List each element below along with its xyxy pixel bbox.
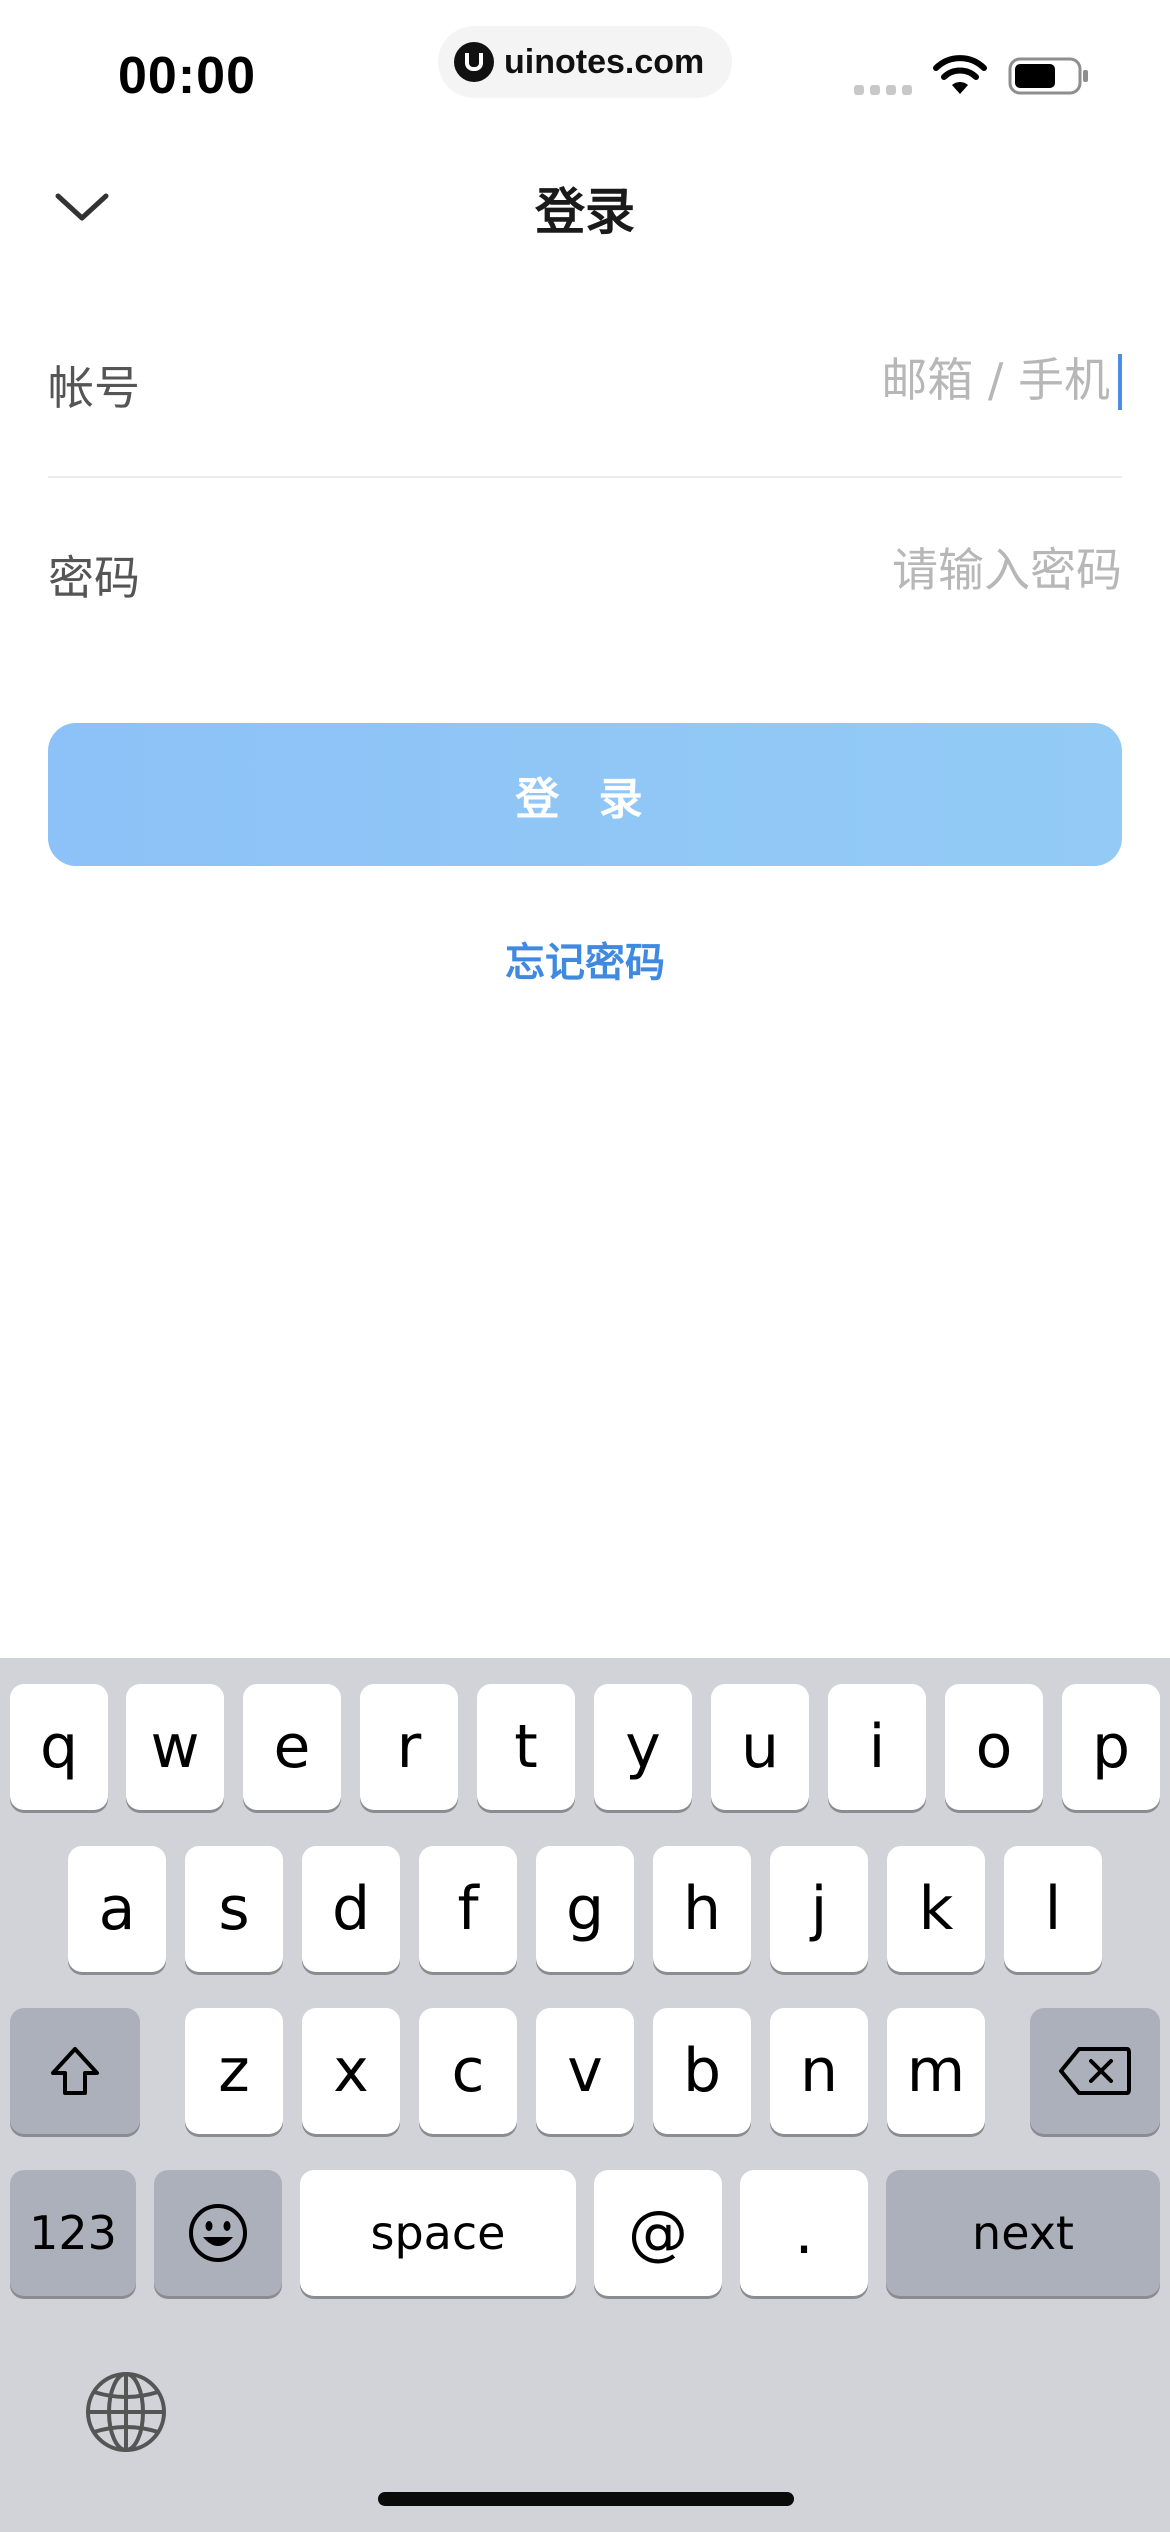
key-l[interactable]: l [1004,1846,1102,1972]
key-n[interactable]: n [770,2008,868,2134]
shift-icon [51,2047,99,2095]
text-caret [1118,354,1122,410]
emoji-icon [189,2204,247,2262]
password-input[interactable] [422,530,1122,610]
key-i[interactable]: i [828,1684,926,1810]
key-y[interactable]: y [594,1684,692,1810]
key-f[interactable]: f [419,1846,517,1972]
key-q[interactable]: q [10,1684,108,1810]
shift-key[interactable] [10,2008,140,2134]
key-v[interactable]: v [536,2008,634,2134]
status-bar: 00:00 uinotes.com [0,0,1170,130]
key-h[interactable]: h [653,1846,751,1972]
cellular-signal-icon [854,85,912,95]
password-field: 密码 [48,520,1122,620]
key-r[interactable]: r [360,1684,458,1810]
next-key[interactable]: next [886,2170,1160,2296]
site-badge: uinotes.com [438,26,732,98]
numbers-key[interactable]: 123 [10,2170,136,2296]
emoji-key[interactable] [154,2170,282,2296]
key-g[interactable]: g [536,1846,634,1972]
key-x[interactable]: x [302,2008,400,2134]
home-indicator [378,2492,794,2506]
key-t[interactable]: t [477,1684,575,1810]
key-b[interactable]: b [653,2008,751,2134]
account-field: 帐号 [48,330,1122,430]
key-k[interactable]: k [887,1846,985,1972]
page-title: 登录 [535,183,635,241]
forgot-password-link[interactable]: 忘记密码 [0,930,1170,988]
account-input[interactable] [422,340,1122,420]
dot-key[interactable]: . [740,2170,868,2296]
space-key[interactable]: space [300,2170,576,2296]
key-c[interactable]: c [419,2008,517,2134]
wifi-icon [933,55,987,94]
key-w[interactable]: w [126,1684,224,1810]
account-label: 帐号 [48,361,140,415]
key-p[interactable]: p [1062,1684,1160,1810]
status-time: 00:00 [118,47,256,105]
key-d[interactable]: d [302,1846,400,1972]
battery-icon [1008,57,1088,95]
login-button[interactable]: 登 录 [48,723,1122,866]
keyboard: q w e r t y u i o p a s d f g h j k l z … [0,1658,1170,2532]
key-u[interactable]: u [711,1684,809,1810]
key-a[interactable]: a [68,1846,166,1972]
backspace-key[interactable] [1030,2008,1160,2134]
key-o[interactable]: o [945,1684,1043,1810]
globe-icon[interactable] [84,2370,168,2454]
site-label: uinotes.com [504,42,705,81]
backspace-icon [1059,2047,1131,2095]
key-j[interactable]: j [770,1846,868,1972]
password-label: 密码 [48,551,140,605]
key-m[interactable]: m [887,2008,985,2134]
field-divider [48,476,1122,478]
at-key[interactable]: @ [594,2170,722,2296]
key-s[interactable]: s [185,1846,283,1972]
key-e[interactable]: e [243,1684,341,1810]
site-logo-icon [454,42,494,82]
key-z[interactable]: z [185,2008,283,2134]
